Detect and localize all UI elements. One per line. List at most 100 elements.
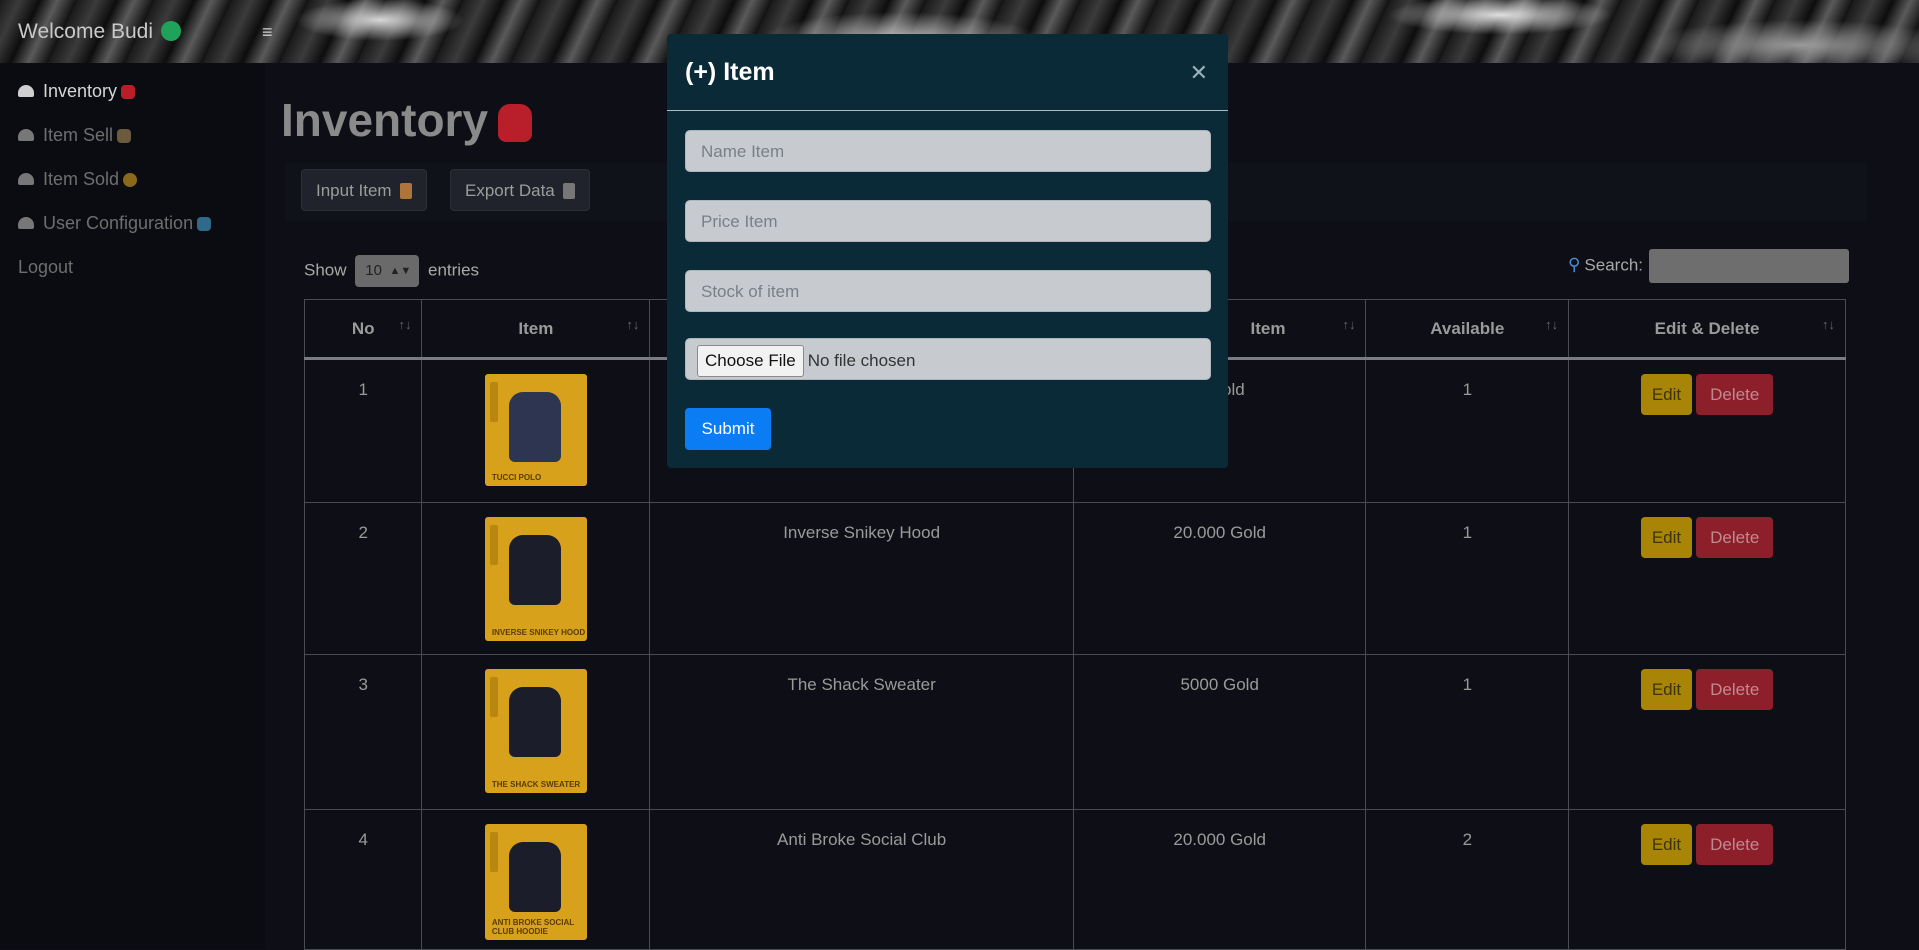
edit-button[interactable]: Edit (1640, 374, 1693, 415)
shirt-icon (508, 392, 561, 462)
item-price: 20.000 Gold (1072, 809, 1367, 950)
sidebar-item-label: Item Sold (43, 169, 120, 189)
hoodie-icon (508, 535, 561, 605)
id-card-icon (197, 217, 212, 231)
modal-divider (667, 110, 1228, 111)
sort-icon: ↑↓ (626, 317, 640, 332)
name-item-input[interactable]: Name Item (685, 130, 1211, 172)
row-number: 3 (303, 654, 423, 810)
item-card-image: TUCCI POLO (484, 374, 587, 486)
sidebar-item-user-configuration[interactable]: User Configuration (18, 213, 212, 234)
delete-button[interactable]: Delete (1696, 517, 1774, 558)
edit-button[interactable]: Edit (1640, 824, 1693, 865)
item-card-image: INVERSE SNIKEY HOOD (484, 517, 587, 641)
export-data-label: Export Data (465, 181, 555, 200)
card-caption: TUCCI POLO (491, 473, 542, 482)
edit-button[interactable]: Edit (1640, 669, 1693, 710)
sidebar-item-label: Inventory (43, 81, 118, 101)
table-row: 4 ANTI BROKE SOCIAL CLUB HOODIE Anti Bro… (303, 809, 1846, 950)
dashboard-icon (18, 129, 34, 141)
sidebar-item-inventory[interactable]: Inventory (18, 81, 136, 102)
header-label: Item (1250, 318, 1286, 338)
actions-cell: Edit Delete (1568, 809, 1846, 950)
column-header-actions[interactable]: Edit & Delete ↑↓ (1568, 299, 1846, 360)
entries-label: entries (428, 260, 480, 280)
header-label: Item (518, 318, 554, 338)
search-label: Search: (1584, 255, 1643, 275)
delete-button[interactable]: Delete (1696, 374, 1774, 415)
row-number: 1 (303, 358, 423, 503)
backpack-icon (121, 85, 136, 99)
sidebar-item-label: Item Sell (43, 125, 114, 145)
dashboard-icon (18, 85, 34, 97)
entries-value: 10 (365, 262, 382, 279)
file-input[interactable]: Choose File No file chosen (685, 338, 1211, 380)
column-header-available[interactable]: Available ↑↓ (1365, 299, 1570, 360)
input-item-button[interactable]: Input Item (301, 169, 427, 211)
welcome-label: Welcome Budi (18, 20, 154, 43)
magnifier-icon: ⚲ (1567, 255, 1581, 275)
sidebar-item-item-sold[interactable]: Item Sold (18, 169, 138, 190)
item-available: 1 (1365, 358, 1570, 503)
table-row: 2 INVERSE SNIKEY HOOD Inverse Snikey Hoo… (303, 502, 1846, 655)
export-data-button[interactable]: Export Data (450, 169, 590, 211)
sort-icon: ↑↓ (1545, 317, 1559, 332)
add-item-modal: (+) Item ✕ Name Item Price Item Stock of… (667, 34, 1228, 468)
item-card-image: ANTI BROKE SOCIAL CLUB HOODIE (484, 824, 587, 940)
card-caption: ANTI BROKE SOCIAL CLUB HOODIE (491, 918, 574, 936)
sort-icon: ↑↓ (1822, 317, 1835, 332)
legendary-tag (489, 382, 498, 422)
sidebar-item-label: User Configuration (43, 213, 194, 233)
item-price: 20.000 Gold (1072, 502, 1367, 655)
online-status-icon (161, 21, 182, 41)
item-image-cell: ANTI BROKE SOCIAL CLUB HOODIE (421, 809, 651, 950)
item-name: The Shack Sweater (649, 654, 1074, 810)
logout-link[interactable]: Logout (18, 257, 73, 278)
hamburger-icon[interactable]: ≡ (262, 22, 273, 43)
close-icon[interactable]: ✕ (1190, 60, 1208, 86)
actions-cell: Edit Delete (1568, 654, 1846, 810)
legendary-tag (489, 525, 498, 565)
page-title: Inventory (281, 93, 533, 147)
search-input[interactable] (1649, 249, 1849, 283)
sweater-icon (508, 687, 561, 757)
item-image-cell: THE SHACK SWEATER (421, 654, 651, 810)
entries-select[interactable]: 10 ▲▼ (355, 255, 420, 287)
dashboard-icon (18, 217, 34, 229)
hoodie-icon (508, 842, 561, 912)
legendary-tag (489, 677, 498, 717)
row-number: 2 (303, 502, 423, 655)
column-header-item[interactable]: Item ↑↓ (421, 299, 651, 360)
item-price: 5000 Gold (1072, 654, 1367, 810)
coin-icon (123, 173, 138, 187)
show-entries: Show 10 ▲▼ entries (304, 255, 479, 287)
stock-item-input[interactable]: Stock of item (685, 270, 1211, 312)
actions-cell: Edit Delete (1568, 502, 1846, 655)
table-row: 3 THE SHACK SWEATER The Shack Sweater 50… (303, 654, 1846, 810)
header-label: Edit & Delete (1654, 318, 1760, 338)
delete-button[interactable]: Delete (1696, 824, 1774, 865)
memo-icon (399, 183, 412, 199)
delete-button[interactable]: Delete (1696, 669, 1774, 710)
show-label: Show (304, 260, 347, 280)
page-title-text: Inventory (281, 94, 489, 146)
file-status: No file chosen (807, 350, 916, 370)
input-item-label: Input Item (316, 181, 392, 200)
item-available: 1 (1365, 502, 1570, 655)
item-image-cell: TUCCI POLO (421, 358, 651, 503)
sidebar-item-item-sell[interactable]: Item Sell (18, 125, 132, 146)
submit-button[interactable]: Submit (685, 408, 771, 450)
search-area: ⚲ Search: (1568, 249, 1849, 283)
item-name: Anti Broke Social Club (649, 809, 1074, 950)
price-item-input[interactable]: Price Item (685, 200, 1211, 242)
coat-icon (117, 129, 132, 143)
select-caret-icon: ▲▼ (389, 265, 412, 277)
sort-icon: ↑↓ (398, 317, 412, 332)
choose-file-button[interactable]: Choose File (697, 344, 804, 377)
column-header-no[interactable]: No ↑↓ (303, 299, 423, 360)
modal-title: (+) Item (685, 58, 775, 86)
item-image-cell: INVERSE SNIKEY HOOD (421, 502, 651, 655)
actions-cell: Edit Delete (1568, 358, 1846, 503)
legendary-tag (489, 832, 498, 872)
edit-button[interactable]: Edit (1640, 517, 1693, 558)
